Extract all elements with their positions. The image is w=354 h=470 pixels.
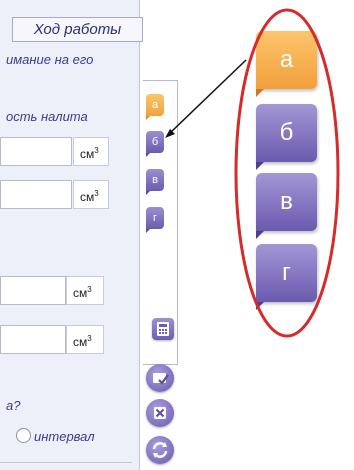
callout-overlay — [165, 8, 340, 338]
pointer-arrow-line — [169, 59, 247, 134]
highlight-ellipse — [234, 8, 340, 338]
